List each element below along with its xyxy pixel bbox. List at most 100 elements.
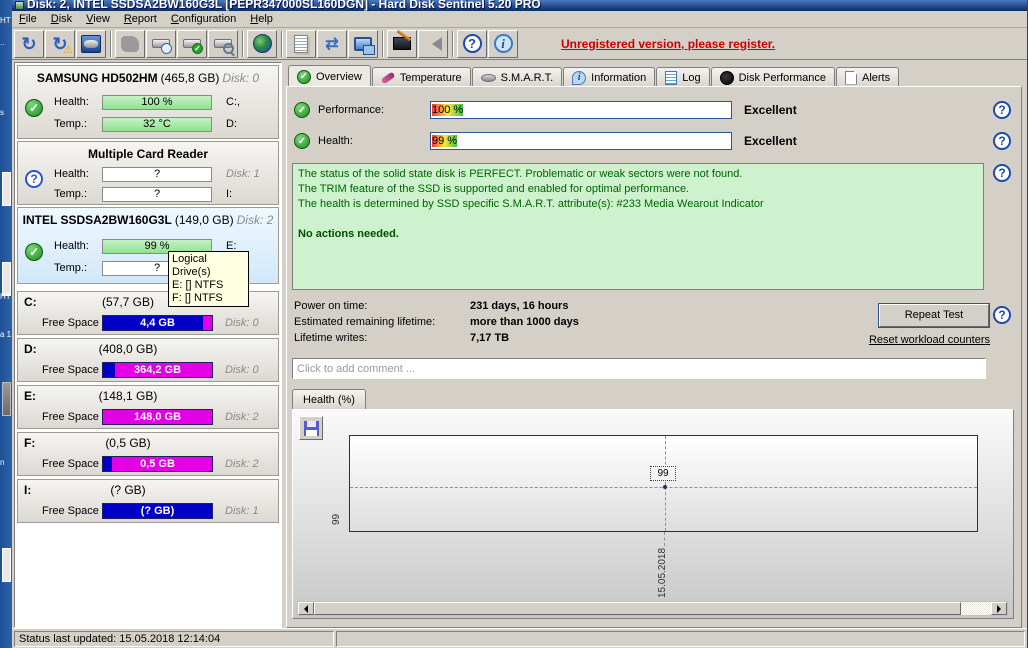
toolbar-separator [382, 31, 384, 57]
y-axis-tick: 99 [331, 511, 342, 525]
remaining-lifetime-row: Estimated remaining lifetime: more than … [294, 316, 714, 328]
desktop-text-fragment: HT [0, 16, 12, 25]
desktop-text-fragment: a 1. [0, 330, 12, 339]
menu-view[interactable]: View [79, 12, 117, 26]
tab-alerts[interactable]: Alerts [836, 67, 899, 87]
tab-disk-performance[interactable]: Disk Performance [711, 67, 835, 87]
health-chart-tab[interactable]: Health (%) [292, 389, 366, 409]
tab-information[interactable]: iInformation [563, 67, 655, 87]
disk-panel-cardreader[interactable]: Multiple Card Reader ? Health: ? Disk: 1… [17, 141, 279, 205]
comment-input[interactable] [292, 358, 986, 379]
desktop-text-fragment: n [0, 458, 12, 467]
partition-panel-f[interactable]: (0,5 GB)F: Free Space 0,5 GB Disk: 2 [17, 432, 279, 476]
settings-monitor-icon [393, 37, 411, 50]
desktop-background: HT .. s HT a 1. n [0, 0, 12, 648]
help-icon[interactable]: ? [993, 306, 1011, 324]
free-space-bar: (? GB) [102, 503, 213, 519]
menu-report[interactable]: Report [117, 12, 164, 26]
disk-number: Disk: 0 [225, 317, 259, 329]
network-button[interactable] [348, 30, 378, 58]
network-computer-icon [354, 37, 372, 51]
report-button[interactable] [286, 30, 316, 58]
tooltip-line: E: [] NTFS [172, 279, 245, 292]
app-icon [15, 1, 24, 10]
menu-configuration[interactable]: Configuration [164, 12, 243, 26]
performance-meter: 100 % [430, 101, 732, 119]
health-row: ✓ Health: 99 % Excellent [294, 132, 797, 150]
ok-icon: ✓ [294, 102, 310, 118]
help-icon[interactable]: ? [993, 101, 1011, 119]
partition-size: (408,0 GB) [24, 342, 232, 356]
free-space-label: Free Space [42, 364, 102, 376]
desktop-text-fragment: .. [0, 38, 12, 47]
menu-disk[interactable]: Disk [44, 12, 79, 26]
refresh-button[interactable]: ↻ [14, 30, 44, 58]
send-report-button[interactable]: ⇄ [317, 30, 347, 58]
desktop-icon-fragment [2, 548, 11, 582]
toolbar-separator [281, 31, 283, 57]
tab-overview[interactable]: ✓Overview [288, 65, 371, 87]
titlebar[interactable]: Disk: 2, INTEL SSDSA2BW160G3L [PEPR34700… [12, 0, 1027, 11]
floppy-save-icon [304, 421, 319, 436]
data-point [663, 485, 667, 489]
help-icon[interactable]: ? [993, 164, 1011, 182]
globe-icon [253, 34, 272, 53]
menu-file[interactable]: File [12, 12, 44, 26]
help-button[interactable]: ? [457, 30, 487, 58]
repeat-test-button[interactable]: Repeat Test [879, 304, 989, 327]
temp-bar: ? [102, 187, 212, 202]
sound-button[interactable] [418, 30, 448, 58]
online-status-button[interactable] [247, 30, 277, 58]
tab-log[interactable]: Log [656, 67, 709, 87]
scroll-left-arrow[interactable] [298, 602, 314, 615]
tab-smart[interactable]: S.M.A.R.T. [472, 67, 563, 87]
health-test-button[interactable]: ✓ [177, 30, 207, 58]
partition-panel-e[interactable]: (148,1 GB)E: Free Space 148,0 GB Disk: 2 [17, 385, 279, 429]
free-space-bar: 4,4 GB [102, 315, 213, 331]
power-on-time-row: Power on time: 231 days, 16 hours [294, 300, 714, 312]
partition-panel-d[interactable]: (408,0 GB)D: Free Space 364,2 GB Disk: 0 [17, 338, 279, 382]
register-notice-link[interactable]: Unregistered version, please register. [561, 37, 775, 51]
partition-panel-i[interactable]: (? GB)I: Free Space (? GB) Disk: 1 [17, 479, 279, 523]
help-icon: ? [463, 34, 482, 53]
status-bar: Status last updated: 15.05.2018 12:14:04 [12, 628, 1027, 648]
check-icon: ✓ [192, 43, 203, 54]
menu-help[interactable]: Help [243, 12, 280, 26]
drive-letters: C:, [226, 96, 240, 108]
analyse-disk-button[interactable] [208, 30, 238, 58]
health-ok-icon: ✓ [25, 99, 43, 117]
disk-number: Disk: 2 [225, 411, 259, 423]
status-last-updated: Status last updated: 15.05.2018 12:14:04 [14, 631, 334, 647]
chart-scrollbar[interactable] [297, 601, 1008, 616]
desktop-text-fragment: s [0, 108, 12, 117]
save-chart-button[interactable] [299, 416, 323, 440]
reset-workload-counters-link[interactable]: Reset workload counters [860, 334, 990, 346]
tab-temperature[interactable]: Temperature [372, 67, 471, 87]
help-icon[interactable]: ? [993, 132, 1011, 150]
logical-drives-tooltip: Logical Drive(s) E: [] NTFS F: [] NTFS [168, 251, 249, 307]
scrollbar-thumb[interactable] [314, 602, 961, 615]
no-actions-text: No actions needed. [298, 227, 978, 242]
partition-size: (0,5 GB) [24, 436, 232, 450]
menu-bar: File Disk View Report Configuration Help [12, 11, 1027, 28]
warning-icon: ⚠ [63, 45, 73, 56]
scroll-right-arrow[interactable] [991, 602, 1007, 615]
health-meter: 99 % [430, 132, 732, 150]
tab-strip: ✓Overview Temperature S.M.A.R.T. iInform… [288, 66, 900, 87]
refresh-warning-button[interactable]: ↻⚠ [45, 30, 75, 58]
quick-test-button[interactable] [146, 30, 176, 58]
disk-panel-samsung[interactable]: SAMSUNG HD502HM (465,8 GB) Disk: 0 ✓ Hea… [17, 65, 279, 139]
status-line: The status of the solid state disk is PE… [298, 167, 978, 182]
partition-size: (148,1 GB) [24, 389, 232, 403]
x-axis-date-label: 15.05.2018 [657, 548, 668, 598]
about-button[interactable]: i [488, 30, 518, 58]
free-space-label: Free Space [42, 411, 102, 423]
configuration-button[interactable] [387, 30, 417, 58]
tooltip-line: F: [] NTFS [172, 292, 245, 305]
disk-number: Disk: 2 [225, 458, 259, 470]
document-icon [294, 35, 308, 53]
tick-line [664, 532, 665, 546]
free-space-label: Free Space [42, 458, 102, 470]
desktop-text-fragment: HT [0, 292, 12, 301]
disk-view-button[interactable] [76, 30, 106, 58]
